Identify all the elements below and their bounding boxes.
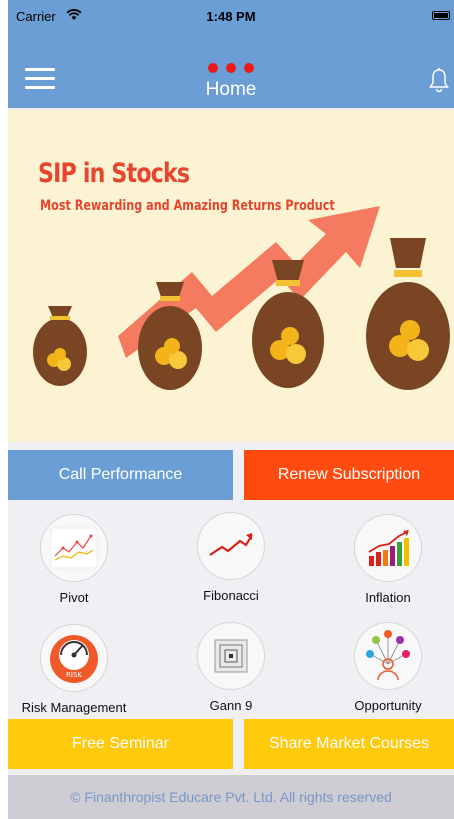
trend-arrow-icon xyxy=(197,512,265,580)
tile-label-opportunity: Opportunity xyxy=(354,698,422,713)
tile-label-inflation: Inflation xyxy=(365,590,411,605)
clock: 1:48 PM xyxy=(206,9,256,24)
battery-icon xyxy=(432,11,450,20)
promo-banner[interactable]: SIP in Stocks Most Rewarding and Amazing… xyxy=(8,110,454,442)
pivot-chart-icon xyxy=(40,514,108,582)
app-screen: Carrier 1:48 PM Home SIP in Stocks Most … xyxy=(8,0,454,819)
gann-square-icon xyxy=(197,622,265,690)
tile-label-pivot: Pivot xyxy=(59,590,89,605)
bell-icon[interactable] xyxy=(428,68,450,99)
nav-bar: Home xyxy=(8,34,454,108)
tile-opportunity[interactable]: Opportunity xyxy=(313,622,454,713)
risk-icon-text: RISK xyxy=(66,671,82,679)
tile-label-fibonacci: Fibonacci xyxy=(203,588,259,603)
secondary-actions-row: Free Seminar Share Market Courses xyxy=(8,719,454,769)
status-bar: Carrier 1:48 PM xyxy=(8,0,454,34)
page-title: Home xyxy=(205,79,257,100)
risk-gauge-icon: RISK xyxy=(40,624,108,692)
tile-risk-management[interactable]: RISK Risk Management xyxy=(8,624,149,715)
tile-fibonacci[interactable]: Fibonacci xyxy=(156,512,306,603)
free-seminar-button[interactable]: Free Seminar xyxy=(8,719,233,769)
primary-actions-row: Call Performance Renew Subscription xyxy=(8,450,454,500)
tile-gann9[interactable]: Gann 9 xyxy=(156,622,306,713)
footer-copyright: © Finanthropist Educare Pvt. Ltd. All ri… xyxy=(8,775,454,819)
logo-dots xyxy=(8,60,454,78)
tile-label-risk-management: Risk Management xyxy=(21,700,127,715)
renew-subscription-button[interactable]: Renew Subscription xyxy=(244,450,454,500)
tile-label-gann9: Gann 9 xyxy=(209,698,253,713)
tile-inflation[interactable]: Inflation xyxy=(313,514,454,605)
banner-title: SIP in Stocks xyxy=(38,158,190,189)
bar-chart-icon xyxy=(354,514,422,582)
network-person-icon xyxy=(354,622,422,690)
share-market-courses-button[interactable]: Share Market Courses xyxy=(244,719,454,769)
tile-pivot[interactable]: Pivot xyxy=(8,514,149,605)
banner-subtitle: Most Rewarding and Amazing Returns Produ… xyxy=(40,198,335,214)
call-performance-button[interactable]: Call Performance xyxy=(8,450,233,500)
